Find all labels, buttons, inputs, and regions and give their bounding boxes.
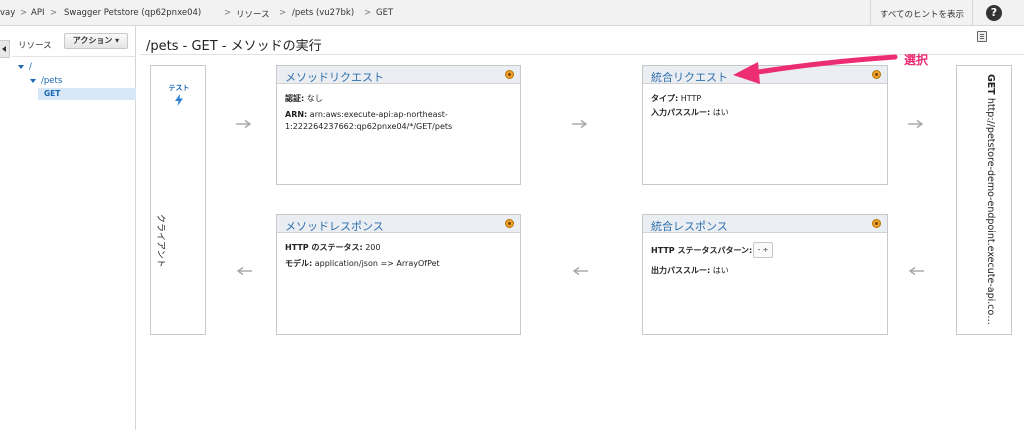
- annotation-pointer-arrow: [733, 54, 898, 84]
- annotation-label: 選択: [904, 53, 929, 67]
